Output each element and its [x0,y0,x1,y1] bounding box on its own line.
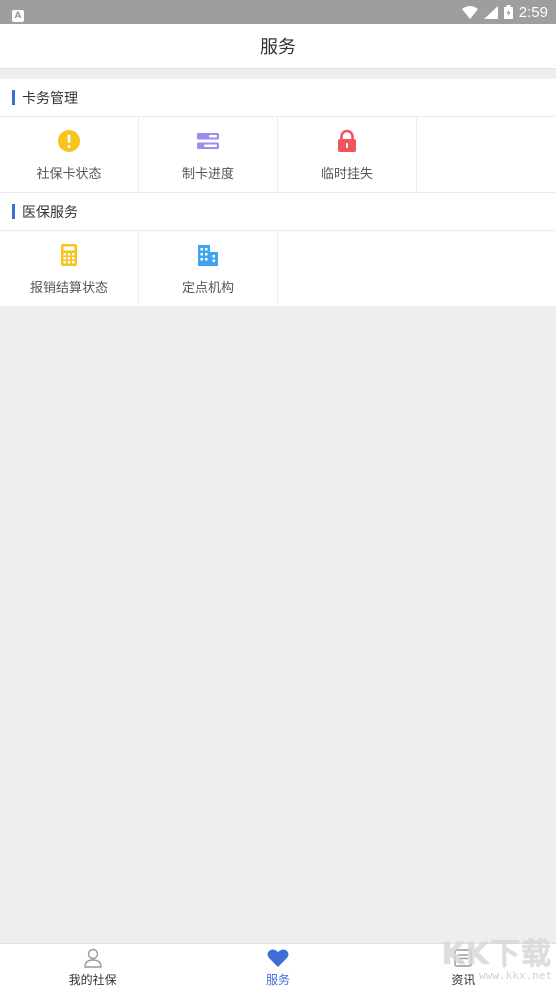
watermark-url: www.kkx.net [479,969,552,982]
service-item-label: 制卡进度 [181,167,234,182]
section-accent-bar [12,204,15,219]
service-item-reimbursement-status[interactable]: 报销结算状态 [0,231,139,306]
service-item-label: 社保卡状态 [36,167,102,182]
section-accent-bar [12,90,15,105]
section-header: 医保服务 [0,193,556,231]
service-item-card-status[interactable]: 社保卡状态 [0,117,139,192]
wifi-icon [461,5,478,19]
progress-bars-icon [196,129,220,153]
service-item-report-loss[interactable]: 临时挂失 [278,117,417,192]
calculator-icon [57,243,81,267]
section-card-management: 卡务管理 社保卡状态 制卡进度 临时挂失 [0,79,556,193]
service-item-designated-institutions[interactable]: 定点机构 [139,231,278,306]
nav-item-my-social-security[interactable]: 我的社保 [0,944,185,990]
nav-label: 我的社保 [68,972,117,987]
person-icon [82,947,104,969]
empty-cell [417,117,556,192]
nav-label: 服务 [265,972,290,987]
section-title: 卡务管理 [22,90,78,107]
service-item-label: 临时挂失 [320,167,373,182]
title-bar: 服务 [0,24,556,69]
service-grid: 报销结算状态 定点机构 [0,231,556,307]
heart-icon [267,947,289,969]
service-item-label: 定点机构 [181,281,234,296]
empty-cell [278,231,417,306]
section-header: 卡务管理 [0,79,556,117]
section-title: 医保服务 [22,204,78,221]
watermark-logo: KK下载 [441,937,552,972]
section-medical-insurance: 医保服务 报销结算状态 定点机构 [0,193,556,307]
status-time: 2:59 [518,3,548,21]
service-item-card-progress[interactable]: 制卡进度 [139,117,278,192]
page-title: 服务 [260,37,296,58]
status-bar: A 2:59 [0,0,556,24]
battery-icon [503,5,513,19]
watermark: KK下载 www.kkx.net [442,929,553,982]
signal-icon [483,5,498,19]
app-notification-icon: A [12,9,24,22]
nav-item-services[interactable]: 服务 [185,944,370,990]
service-item-label: 报销结算状态 [29,281,108,296]
alert-circle-icon [57,129,81,153]
service-grid: 社保卡状态 制卡进度 临时挂失 [0,117,556,193]
empty-cell [417,231,556,306]
lock-icon [335,129,359,153]
building-icon [196,243,220,267]
